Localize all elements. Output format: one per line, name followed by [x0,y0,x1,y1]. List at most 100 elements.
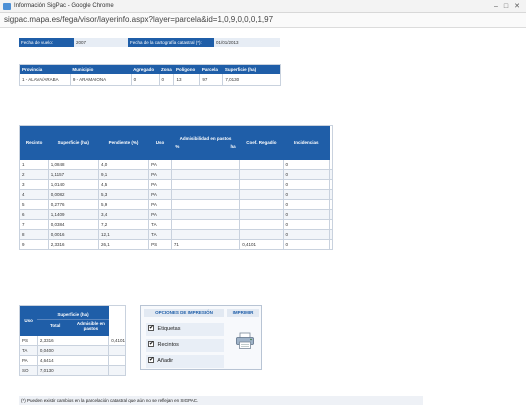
cell: 0,0016 [48,229,99,240]
cadastral-date-value: 01/01/2013 [214,38,280,47]
table-row: 5 0,2776 5,9 PA 0 [19,199,333,210]
cadastral-footnote: (*) Pueden existir cambios en la parcela… [19,396,423,405]
table-row: 1 - ALAVA/ARABA 9 - ARAMAIONA 0 0 13 97 … [19,73,281,86]
table-row: 8 0,0016 12,1 TA 0 [19,229,333,240]
table-row: 1 1,0848 4,0 PA 0 [19,159,333,170]
cadastral-date-label: Fecha de la cartografía catastral (*): [128,38,214,47]
address-bar[interactable]: sigpac.mapa.es/fega/visor/layerinfo.aspx… [0,13,526,28]
cell: 0,4101 [239,239,284,250]
flight-date-value: 2007 [74,38,128,47]
cell [171,199,241,210]
cell: 6 [19,209,49,220]
cell [329,209,333,220]
anadir-label: Añadir [157,358,174,364]
cell: 4,5 [98,179,150,190]
cell: 1,0848 [48,159,99,170]
table-row: TA 0,0400 [19,345,126,356]
url-text[interactable]: sigpac.mapa.es/fega/visor/layerinfo.aspx… [4,15,273,24]
cell: 0 [159,73,175,86]
recintos-checkbox[interactable] [148,340,154,348]
table-row: PS 2,3316 0,4101 [19,335,126,346]
recintos-table: Recinto Superficie (ha) Pendiente (%) Us… [19,125,333,250]
cell: 0 [283,219,331,230]
cell: 4 [19,189,49,200]
superficie-label: Superficie (ha) [37,310,109,321]
cell: 2,3316 [48,239,99,250]
cell: PA [148,159,172,170]
col-superficie: Superficie (ha) [222,64,281,74]
cell: 3 [19,179,49,190]
option-anadir[interactable]: Añadir [146,355,224,368]
cell: 2 [19,169,49,180]
cell: 5,3 [98,189,150,200]
cell [108,365,126,376]
cell: PA [148,189,172,200]
cell: 7 [19,219,49,230]
cell: 9,1 [98,169,150,180]
cell [329,229,333,240]
cell [239,179,284,190]
cell: 0 [283,159,331,170]
cell: 0 [283,199,331,210]
cell [108,355,126,366]
cell [171,189,241,200]
cell: 0 [283,209,331,220]
cell: 7,0130 [222,73,281,86]
cell: 1 [19,159,49,170]
subheader-percent: % [175,144,180,150]
option-etiquetas[interactable]: Etiquetas [146,323,224,336]
anadir-checkbox[interactable] [148,356,154,364]
recintos-label: Recintos [157,342,179,348]
col-incidencias: Incidencias [283,125,330,160]
cell: PA [148,199,172,210]
cell [239,159,284,170]
cell: 0 [283,179,331,190]
cell: PA [148,169,172,180]
cell: PS [148,239,172,250]
cell: 1,1157 [48,169,99,180]
cell: 1,1409 [48,209,99,220]
cell: 8 [19,229,49,240]
table-row: SO 7,0130 [19,365,126,376]
col-admisibilidad: Admisibilidad en pastos % ha [171,125,240,160]
cell: 0,2776 [48,199,99,210]
cell [329,169,333,180]
parcel-table: Provincia Municipio Agregado Zona Polígo… [19,64,281,86]
cell [239,209,284,220]
print-options-title: OPCIONES DE IMPRESIÓN [144,309,224,317]
cell: 0,0400 [37,345,110,356]
option-recintos[interactable]: Recintos [146,339,224,352]
col-agregado: Agregado [131,64,159,74]
app-icon [3,3,11,10]
col-zona: Zona [159,64,174,74]
cell: 3,4 [98,209,150,220]
cell: 5 [19,199,49,210]
cell [329,159,333,170]
cell: SO [19,365,38,376]
cell: 7,2 [98,219,150,230]
etiquetas-checkbox[interactable] [148,324,154,332]
admisibilidad-label: Admisibilidad en pastos [179,136,232,142]
printer-icon[interactable] [235,332,255,350]
table-row: 7 0,0384 7,2 TA 0 [19,219,333,230]
cell: 97 [199,73,224,86]
cell [171,179,241,190]
cell: PS [19,335,38,346]
subheader-admisible: Admisible en pastos [76,321,105,332]
close-icon[interactable]: ✕ [511,2,523,11]
table-row: 9 2,3316 26,1 PS 71 0,4101 0 [19,239,333,250]
cell: 0,0384 [48,219,99,230]
admisibilidad-subheaders: % ha [171,141,239,149]
subheader-total: Total [50,323,61,329]
window-titlebar: Información SigPac - Google Chrome – □ ✕ [0,0,526,13]
table-row: 3 1,0140 4,5 PA 0 [19,179,333,190]
subheader-ha: ha [230,144,236,150]
cell: 0 [131,73,160,86]
col-poligono: Polígono [173,64,200,74]
col-superficie-ha: Superficie (ha) [48,125,99,160]
cell [239,169,284,180]
cell: 12,1 [98,229,150,240]
cell: 0 [283,229,331,240]
cell: 26,1 [98,239,150,250]
cell [239,229,284,240]
